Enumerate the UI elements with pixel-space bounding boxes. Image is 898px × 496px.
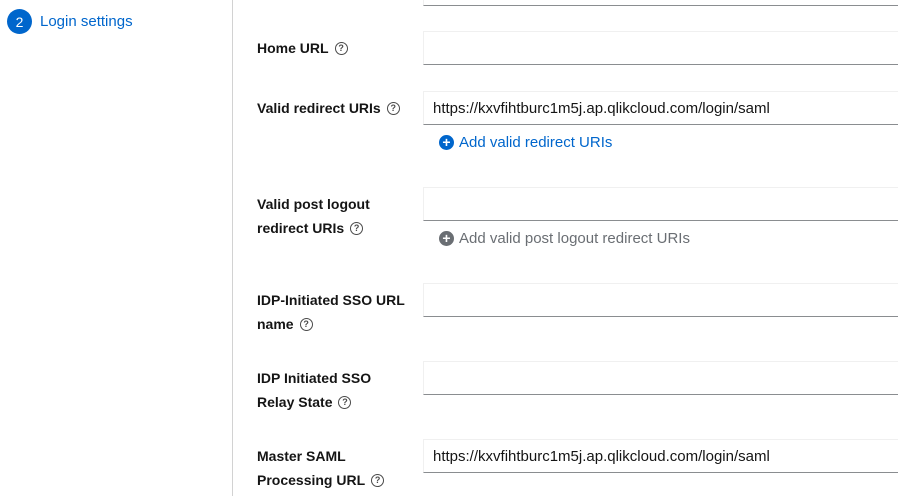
help-icon[interactable]: ? bbox=[386, 101, 400, 115]
step-login-settings[interactable]: 2 Login settings bbox=[7, 9, 133, 34]
plus-circle-icon: + bbox=[439, 231, 454, 246]
valid-redirect-uris-label-text: Valid redirect URIs bbox=[257, 100, 381, 116]
home-url-input[interactable] bbox=[423, 31, 898, 65]
wizard-sidebar: 2 Login settings bbox=[0, 0, 232, 496]
idp-relay-state-label-line1: IDP Initiated SSO bbox=[257, 370, 372, 386]
help-icon[interactable]: ? bbox=[350, 221, 364, 235]
idp-sso-url-name-label-line1: IDP-Initiated SSO URL bbox=[257, 292, 405, 308]
sidebar-divider bbox=[232, 0, 233, 496]
add-valid-redirect-uri-label: Add valid redirect URIs bbox=[459, 134, 613, 151]
home-url-label: Home URL? bbox=[257, 36, 348, 60]
idp-sso-url-name-label-line2: name bbox=[257, 316, 294, 332]
help-icon[interactable]: ? bbox=[299, 317, 313, 331]
plus-circle-icon: + bbox=[439, 135, 454, 150]
master-saml-url-label: Master SAML Processing URL? bbox=[257, 444, 385, 492]
previous-field-input[interactable] bbox=[423, 0, 898, 6]
idp-sso-url-name-input[interactable] bbox=[423, 283, 898, 317]
idp-sso-url-name-label: IDP-Initiated SSO URL name? bbox=[257, 288, 405, 336]
valid-post-logout-label-line2: redirect URIs bbox=[257, 220, 345, 236]
help-icon[interactable]: ? bbox=[371, 473, 385, 487]
add-valid-post-logout-uri-label: Add valid post logout redirect URIs bbox=[459, 230, 690, 247]
master-saml-url-label-line1: Master SAML bbox=[257, 448, 346, 464]
valid-post-logout-label-line1: Valid post logout bbox=[257, 196, 370, 212]
master-saml-url-label-line2: Processing URL bbox=[257, 472, 366, 488]
valid-redirect-uris-label: Valid redirect URIs? bbox=[257, 96, 400, 120]
valid-redirect-uri-input[interactable] bbox=[423, 91, 898, 125]
valid-post-logout-uri-input[interactable] bbox=[423, 187, 898, 221]
help-icon[interactable]: ? bbox=[334, 41, 348, 55]
help-icon[interactable]: ? bbox=[338, 395, 352, 409]
step-number-badge: 2 bbox=[7, 9, 32, 34]
add-valid-post-logout-uri-button[interactable]: + Add valid post logout redirect URIs bbox=[439, 230, 690, 247]
add-valid-redirect-uri-button[interactable]: + Add valid redirect URIs bbox=[439, 134, 612, 151]
valid-post-logout-label: Valid post logout redirect URIs? bbox=[257, 192, 370, 240]
home-url-label-text: Home URL bbox=[257, 40, 329, 56]
step-label: Login settings bbox=[40, 13, 133, 30]
idp-relay-state-input[interactable] bbox=[423, 361, 898, 395]
idp-relay-state-label-line2: Relay State bbox=[257, 394, 333, 410]
master-saml-url-input[interactable] bbox=[423, 439, 898, 473]
idp-relay-state-label: IDP Initiated SSO Relay State? bbox=[257, 366, 371, 414]
